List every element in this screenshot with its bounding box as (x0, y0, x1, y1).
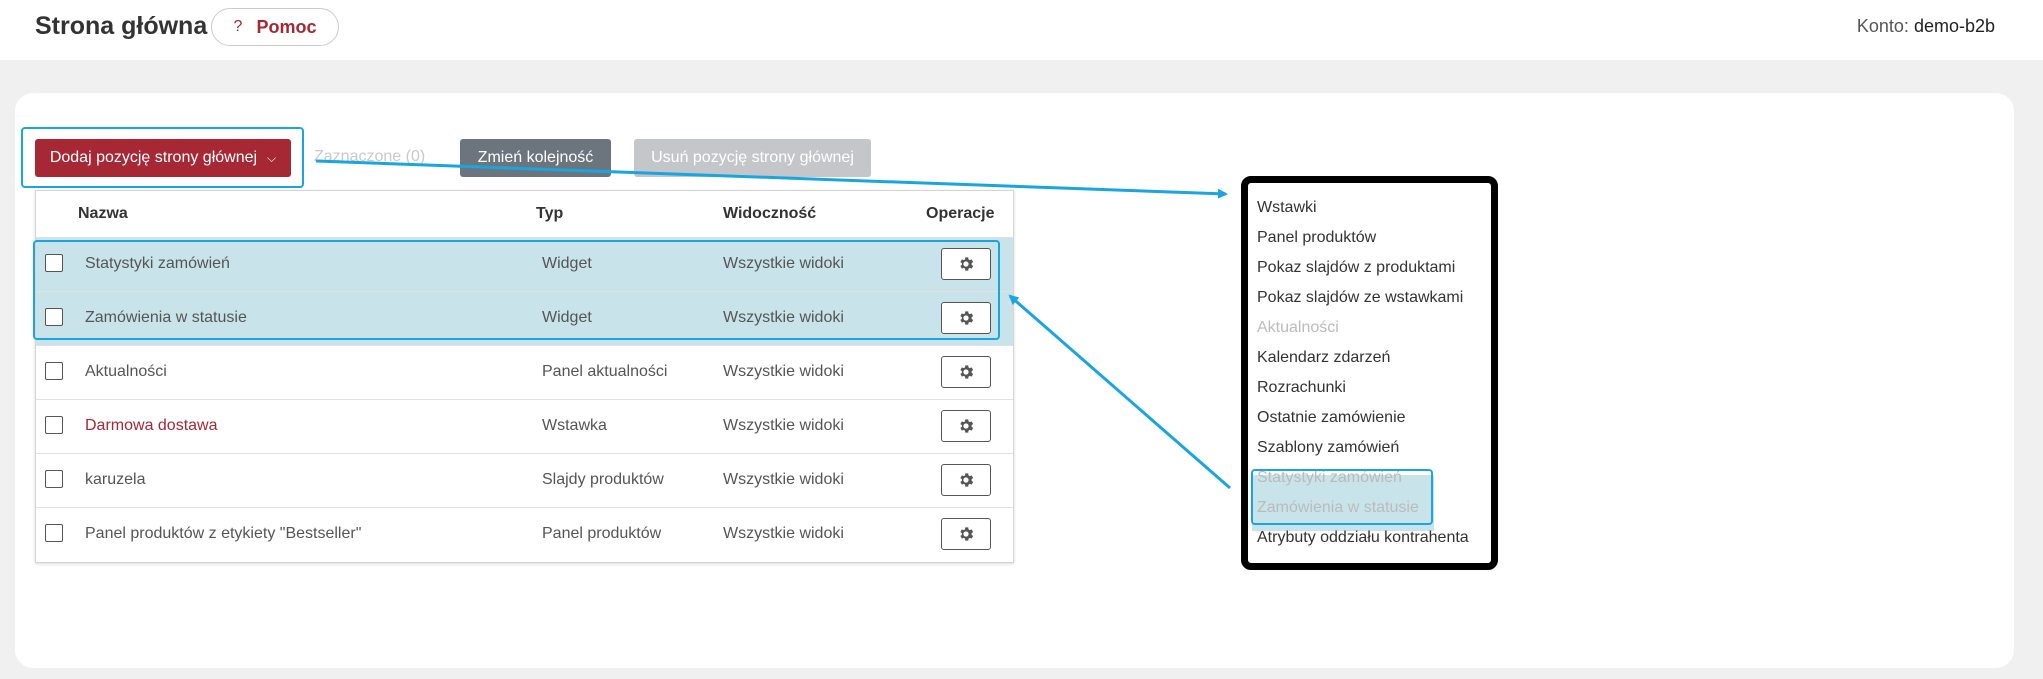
annotation-arrows (315, 159, 1231, 490)
arrow-to-rows (1008, 294, 1231, 490)
arrow-to-dropdown (315, 159, 1228, 199)
